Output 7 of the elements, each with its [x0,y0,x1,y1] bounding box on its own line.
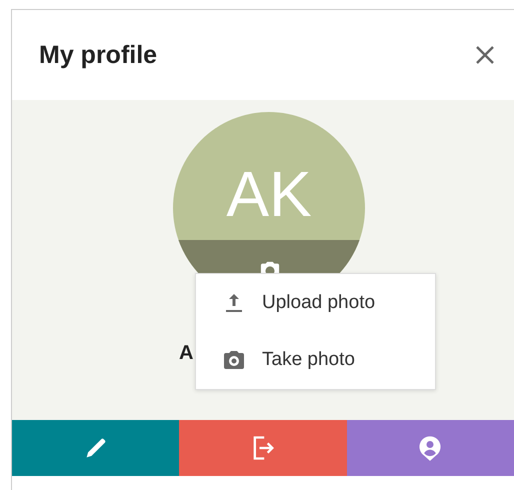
profile-name: A [179,342,194,365]
dialog-title: My profile [39,40,158,70]
account-button[interactable] [346,420,514,476]
menu-item[interactable]: Take photo [196,332,435,388]
camera-icon [222,348,246,372]
avatar-initials: AK [225,157,313,232]
close-button[interactable] [474,44,496,66]
